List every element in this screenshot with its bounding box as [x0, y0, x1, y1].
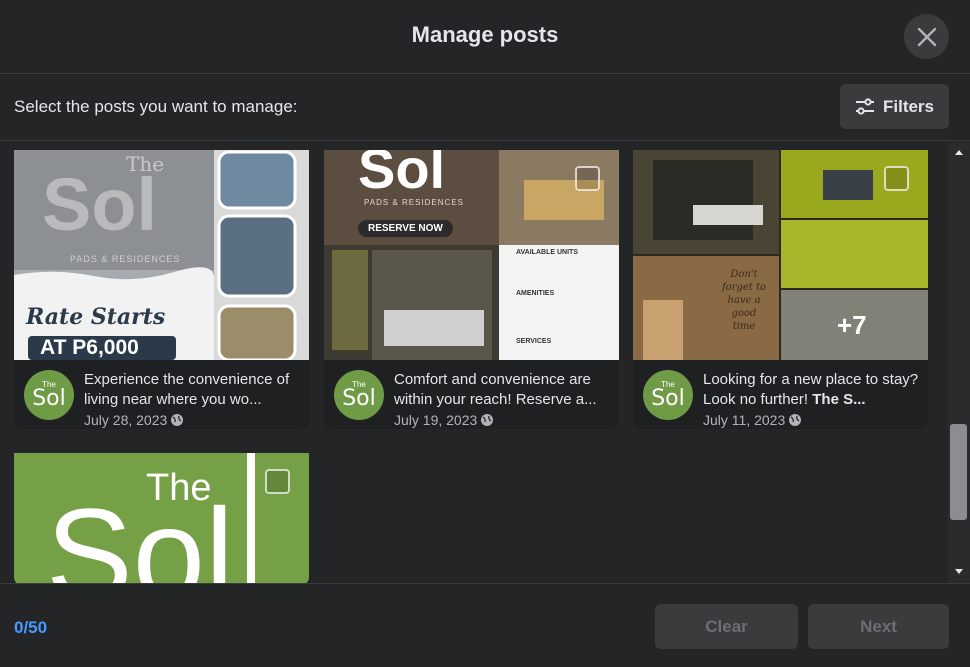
post-caption: Comfort and convenience are within your …: [394, 371, 597, 408]
globe-icon: [481, 414, 494, 426]
post-meta: The Sol Looking for a new place to stay?…: [633, 360, 928, 429]
post-image: The Sol PADS & RESIDENCES Rate Starts AT…: [14, 150, 309, 360]
globe-icon: [171, 414, 184, 426]
post-date-text: July 11, 2023: [703, 412, 786, 428]
post-caption: Experience the convenience of living nea…: [84, 371, 290, 408]
page-avatar: The Sol: [24, 370, 74, 420]
avatar-sol: Sol: [651, 386, 685, 411]
clear-button[interactable]: Clear: [655, 604, 798, 649]
filters-label: Filters: [882, 96, 935, 116]
post-image: The Sol: [14, 453, 309, 583]
reserve-now-badge: RESERVE NOW: [358, 220, 453, 237]
post-date: July 19, 2023: [394, 412, 494, 428]
price-text: AT P6,000: [40, 336, 139, 359]
post-date-text: July 28, 2023: [84, 412, 168, 428]
select-checkbox[interactable]: [884, 166, 909, 191]
post-card[interactable]: Don't forget to have a good time +7 The …: [633, 142, 928, 429]
avatar-sol: Sol: [342, 386, 376, 411]
scroll-down-arrow-icon[interactable]: [948, 564, 970, 580]
brand-subtitle: PADS & RESIDENCES: [364, 198, 464, 207]
posts-grid: The Sol PADS & RESIDENCES Rate Starts AT…: [0, 142, 948, 583]
modal-header: Manage posts: [0, 0, 970, 74]
rate-text: Rate Starts: [26, 304, 166, 330]
services-title: SERVICES: [516, 338, 552, 345]
post-date-text: July 19, 2023: [394, 412, 478, 428]
post-card[interactable]: Sol PADS & RESIDENCES RESERVE NOW AVAILA…: [324, 142, 619, 429]
scrollbar[interactable]: [948, 142, 970, 583]
wall-sign-text: Don't forget to have a good time: [721, 269, 767, 332]
amenities-title: AMENITIES: [516, 290, 555, 297]
sliders-icon: [855, 97, 874, 115]
modal-title: Manage posts: [411, 22, 559, 47]
page-avatar: The Sol: [643, 370, 693, 420]
select-checkbox[interactable]: [575, 166, 600, 191]
brand-subtitle: PADS & RESIDENCES: [70, 254, 181, 264]
post-caption-text: Looking for a new place to stay? Look no…: [703, 371, 919, 408]
brand-sol-text: Sol: [46, 481, 234, 583]
selection-count: 0/50: [14, 618, 48, 637]
post-meta: The Sol Comfort and convenience are with…: [324, 360, 619, 429]
scroll-up-arrow-icon[interactable]: [948, 144, 970, 160]
post-image: Sol PADS & RESIDENCES RESERVE NOW AVAILA…: [324, 150, 619, 360]
page-avatar: The Sol: [334, 370, 384, 420]
more-photos-count: +7: [837, 310, 867, 340]
select-checkbox[interactable]: [265, 469, 290, 494]
post-meta: The Sol Experience the convenience of li…: [14, 360, 309, 429]
close-icon: [917, 27, 936, 46]
post-card[interactable]: The Sol PADS & RESIDENCES Rate Starts AT…: [14, 142, 309, 429]
avatar-sol: Sol: [32, 386, 66, 411]
post-date: July 28, 2023: [84, 412, 184, 428]
brand-sol-text: Sol: [42, 163, 158, 246]
scrollbar-thumb[interactable]: [950, 424, 967, 520]
globe-icon: [789, 414, 802, 426]
close-button[interactable]: [904, 14, 949, 59]
filters-button[interactable]: Filters: [840, 84, 949, 129]
modal-footer: 0/50 Clear Next: [0, 583, 970, 667]
selection-instruction: Select the posts you want to manage:: [14, 97, 298, 116]
post-caption-bold: The S...: [812, 391, 866, 408]
units-title: AVAILABLE UNITS: [516, 249, 578, 256]
post-card[interactable]: The Sol: [14, 445, 309, 583]
post-image: Don't forget to have a good time +7: [633, 150, 928, 360]
brand-sol-text: Sol: [358, 150, 446, 200]
post-caption: Looking for a new place to stay? Look no…: [703, 370, 921, 410]
next-button[interactable]: Next: [808, 604, 949, 649]
selection-bar: Select the posts you want to manage: Fil…: [0, 74, 970, 141]
post-date: July 11, 2023: [703, 412, 802, 428]
